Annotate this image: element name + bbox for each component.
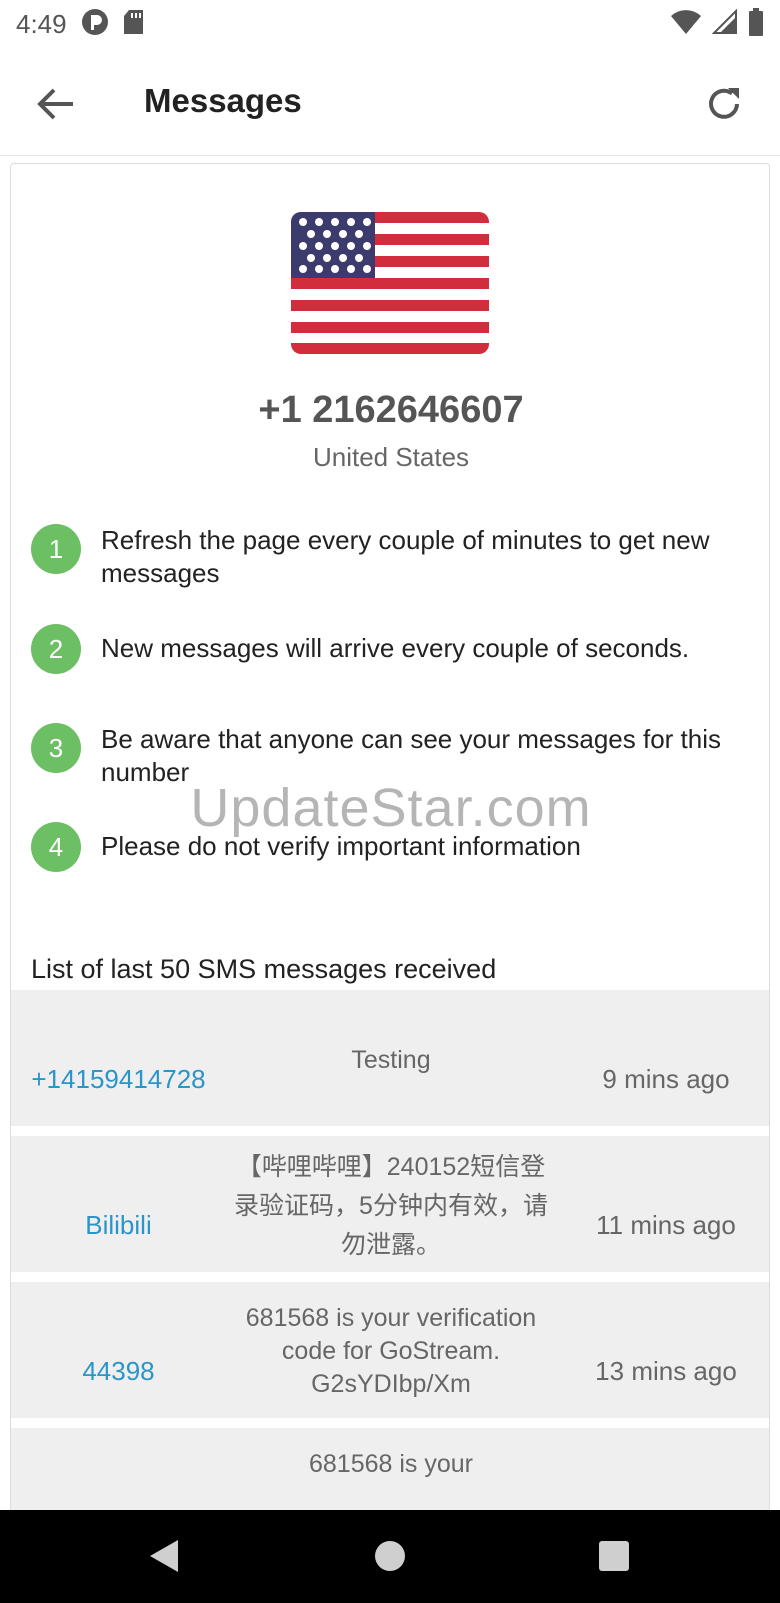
tip-number-badge: 2 [31,624,81,674]
message-body: 681568 is your [308,1450,473,1478]
cellular-signal-icon [711,8,738,40]
tip-item: 2 New messages will arrive every couple … [31,624,751,674]
square-recents-icon [599,1541,629,1571]
message-sender-link[interactable]: Bilibili [11,1210,226,1241]
app-bar: Messages [0,58,780,156]
message-row[interactable]: 44398 681568 is your verification code f… [11,1282,769,1418]
message-time: 11 mins ago [596,1210,736,1240]
message-sender-link[interactable]: +14159414728 [11,1064,226,1095]
refresh-icon [709,88,739,119]
wifi-icon [670,9,702,40]
country-name: United States [312,442,470,472]
watermark: UpdateStar.com [190,778,592,838]
circle-home-icon [375,1541,405,1571]
triangle-back-icon [150,1540,178,1572]
message-body: 【哔哩哔哩】240152短信登录验证码，5分钟内有效，请勿泄露。 [234,1153,548,1259]
us-flag-icon [291,212,489,354]
message-row[interactable]: 681568 is your [11,1428,769,1512]
nav-back-button[interactable] [144,1536,184,1576]
message-row[interactable]: Bilibili 【哔哩哔哩】240152短信登录验证码，5分钟内有效，请勿泄露… [11,1136,769,1272]
system-nav-bar [0,1510,780,1603]
tip-number-badge: 3 [31,723,81,773]
message-body: Testing [351,1046,431,1074]
message-body: 681568 is your verification code for GoS… [245,1304,537,1398]
number-card: +1 2162646607 United States 1 Refresh th… [10,163,770,1513]
message-row[interactable]: +14159414728 Testing 9 mins ago [11,990,769,1126]
phone-number: +1 2162646607 [258,389,524,431]
list-title: List of last 50 SMS messages received [31,954,497,984]
message-time: 13 mins ago [595,1356,737,1386]
message-time: 9 mins ago [602,1064,730,1094]
page-title: Messages [144,82,302,119]
status-bar: 4:49 [0,0,780,48]
tip-number-badge: 1 [31,524,81,574]
tip-text: Refresh the page every couple of minutes… [101,525,710,588]
battery-icon [748,7,764,41]
back-arrow-icon [37,88,73,120]
tip-item: 1 Refresh the page every couple of minut… [31,524,751,590]
status-time: 4:49 [16,8,67,39]
tip-text: New messages will arrive every couple of… [101,633,690,663]
status-right [670,7,764,41]
message-sender-link[interactable]: 44398 [11,1356,226,1387]
sd-card-icon [123,9,145,40]
nav-recents-button[interactable] [594,1536,634,1576]
refresh-button[interactable] [700,80,748,128]
app-notification-icon [81,8,109,41]
nav-home-button[interactable] [370,1536,410,1576]
back-button[interactable] [34,82,78,126]
